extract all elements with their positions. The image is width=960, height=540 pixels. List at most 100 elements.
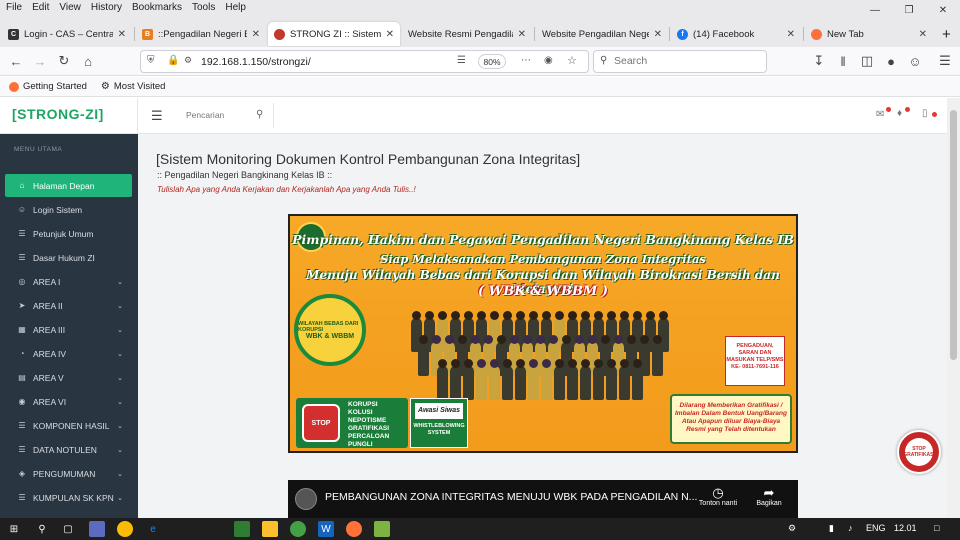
library-icon[interactable]: ‖ (835, 53, 851, 69)
sidebar-item-area-iii[interactable]: ▦ AREA III ⌄ (5, 318, 132, 341)
app-icon[interactable] (234, 521, 250, 537)
permissions-icon[interactable]: ⚙ (184, 55, 192, 66)
tab-website-pengadilan[interactable]: Website Pengadilan Neger ✕ (536, 22, 668, 46)
sidebar-item-halaman-depan[interactable]: ⌂ Halaman Depan (5, 174, 132, 197)
app-icon[interactable] (374, 521, 390, 537)
search-bar[interactable]: ⚲ (593, 50, 767, 73)
close-tab-icon[interactable]: ✕ (518, 29, 526, 40)
restore-button[interactable]: ❐ (892, 0, 926, 20)
account-icon[interactable]: ☺ (907, 53, 923, 69)
sidebar-item-dasar-hukum-zi[interactable]: ☰ Dasar Hukum ZI (5, 246, 132, 269)
tab-strongzi[interactable]: STRONG ZI :: Sistem M ✕ (268, 22, 400, 46)
bell-icon[interactable]: ♦ (897, 108, 902, 119)
new-tab-button[interactable]: + (936, 22, 958, 46)
menu-file[interactable]: File (6, 2, 22, 13)
channel-avatar[interactable] (295, 488, 317, 510)
share-button[interactable]: ➦ Bagikan (744, 486, 794, 508)
app-icon[interactable] (89, 521, 105, 537)
close-tab-icon[interactable]: ✕ (118, 29, 126, 40)
windows-start-icon[interactable]: ⊞ (6, 521, 22, 537)
close-tab-icon[interactable]: ✕ (386, 29, 394, 40)
awasi-logo: Awasi Siwas (415, 403, 463, 419)
tab-facebook[interactable]: f (14) Facebook ✕ (671, 22, 801, 46)
menu-help[interactable]: Help (225, 2, 246, 13)
battery-icon[interactable]: ▮ (829, 523, 834, 534)
url-text[interactable]: 192.168.1.150/strongzi/ (201, 56, 311, 68)
close-tab-icon[interactable]: ✕ (919, 29, 927, 40)
sidebar-item-login-sistem[interactable]: ☺ Login Sistem (5, 198, 132, 221)
sidebar-item-area-ii[interactable]: ➤ AREA II ⌄ (5, 294, 132, 317)
mail-icon[interactable]: ✉ (876, 109, 884, 120)
sidebar-item-data-notulen[interactable]: ☰ DATA NOTULEN ⌄ (5, 438, 132, 461)
firefox-icon[interactable] (346, 521, 362, 537)
sidebar-item-pengumuman[interactable]: ◈ PENGUMUMAN ⌄ (5, 462, 132, 485)
user-menu-icon[interactable]: ▯ (922, 108, 928, 119)
stop-gratifikasi-badge[interactable]: STOP GRATIFIKASI (897, 430, 941, 474)
close-tab-icon[interactable]: ✕ (787, 29, 795, 40)
scrollbar-thumb[interactable] (950, 110, 957, 360)
sidebar-item-komponen-hasil[interactable]: ☰ KOMPONEN HASIL ⌄ (5, 414, 132, 437)
sidebar-item-petunjuk-umum[interactable]: ☰ Petunjuk Umum (5, 222, 132, 245)
task-view-icon[interactable]: ▢ (60, 521, 76, 537)
app-icon[interactable] (290, 521, 306, 537)
reader-view-icon[interactable]: ☰ (457, 55, 466, 66)
menu-edit[interactable]: Edit (32, 2, 49, 13)
sidebar-item-area-iv[interactable]: ◔ AREA IV ⌄ (5, 342, 132, 365)
watch-later-button[interactable]: ◷ Tonton nanti (693, 486, 743, 508)
search-icon[interactable]: ⚲ (256, 109, 263, 120)
ellipsis-icon[interactable]: ⋯ (521, 55, 531, 66)
close-window-button[interactable]: ✕ (926, 0, 960, 20)
hamburger-menu-icon[interactable]: ☰ (937, 53, 953, 69)
reload-icon[interactable]: ↻ (56, 53, 72, 69)
people-icon[interactable]: ⚙ (788, 523, 796, 534)
address-bar[interactable]: ⛨ 🔒 ⚙ 192.168.1.150/strongzi/ ☰ 80% ⋯ ◉ … (140, 50, 589, 73)
search-icon[interactable]: ⚲ (34, 521, 50, 537)
menu-tools[interactable]: Tools (192, 2, 215, 13)
search-input[interactable] (614, 55, 759, 67)
tab-cas-login[interactable]: C Login - CAS – Central ✕ (2, 22, 132, 46)
language-indicator[interactable]: ENG (866, 523, 886, 533)
tab-website-resmi[interactable]: Website Resmi Pengadilan ✕ (402, 22, 532, 46)
menu-view[interactable]: View (59, 2, 81, 13)
zoom-level[interactable]: 80% (478, 54, 506, 69)
sidebar-toggle-icon[interactable]: ◫ (859, 53, 875, 69)
video-title[interactable]: PEMBANGUNAN ZONA INTEGRITAS MENUJU WBK P… (325, 491, 697, 503)
shield-icon[interactable]: ⛨ (147, 55, 155, 66)
sidebar-item-kumpulan-sk-kpn[interactable]: ☰ KUMPULAN SK KPN ⌄ (5, 486, 132, 509)
app-search-input[interactable] (186, 110, 256, 120)
back-arrow-icon[interactable]: ← (8, 53, 24, 69)
app-logo[interactable]: [STRONG-ZI] (12, 106, 104, 122)
stop-sign-icon: STOP (302, 404, 340, 442)
edge-icon[interactable]: e (145, 521, 161, 537)
sidebar-item-label: Dasar Hukum ZI (33, 252, 95, 263)
tab-new-tab[interactable]: New Tab ✕ (805, 22, 933, 46)
home-icon[interactable]: ⌂ (80, 53, 96, 69)
sidebar-item-area-v[interactable]: ▤ AREA V ⌄ (5, 366, 132, 389)
bookmark-getting-started[interactable]: Getting Started (9, 81, 87, 92)
close-tab-icon[interactable]: ✕ (654, 29, 662, 40)
word-icon[interactable]: W (318, 521, 334, 537)
page-scrollbar[interactable] (947, 98, 960, 518)
youtube-embed[interactable]: PEMBANGUNAN ZONA INTEGRITAS MENUJU WBK P… (288, 480, 798, 518)
volume-icon[interactable]: ♪ (848, 523, 853, 533)
menu-history[interactable]: History (91, 2, 122, 13)
forward-arrow-icon[interactable]: → (32, 53, 48, 69)
menu-bookmarks[interactable]: Bookmarks (132, 2, 182, 13)
clock[interactable]: 12.01 (894, 523, 917, 533)
tab-pengadilan[interactable]: B ::Pengadilan Negeri Ba ✕ (136, 22, 266, 46)
sidebar-toggle-icon[interactable]: ☰ (151, 108, 163, 124)
file-explorer-icon[interactable] (262, 521, 278, 537)
tab-bar: C Login - CAS – Central ✕ B ::Pengadilan… (0, 20, 960, 47)
close-tab-icon[interactable]: ✕ (252, 29, 260, 40)
sidebar-item-area-i[interactable]: ◎ AREA I ⌄ (5, 270, 132, 293)
notification-icon[interactable]: □ (934, 523, 939, 533)
pocket-icon[interactable]: ◉ (544, 55, 553, 66)
minimize-button[interactable]: — (858, 0, 892, 20)
bookmark-most-visited[interactable]: ⚙ Most Visited (101, 81, 166, 92)
chrome-icon[interactable] (117, 521, 133, 537)
sidebar-item-area-vi[interactable]: ◉ AREA VI ⌄ (5, 390, 132, 413)
download-icon[interactable]: ↧ (811, 53, 827, 69)
insecure-lock-icon[interactable]: 🔒 (167, 55, 179, 66)
extension-icon[interactable]: ● (883, 53, 899, 69)
bookmark-star-icon[interactable]: ☆ (567, 54, 577, 67)
